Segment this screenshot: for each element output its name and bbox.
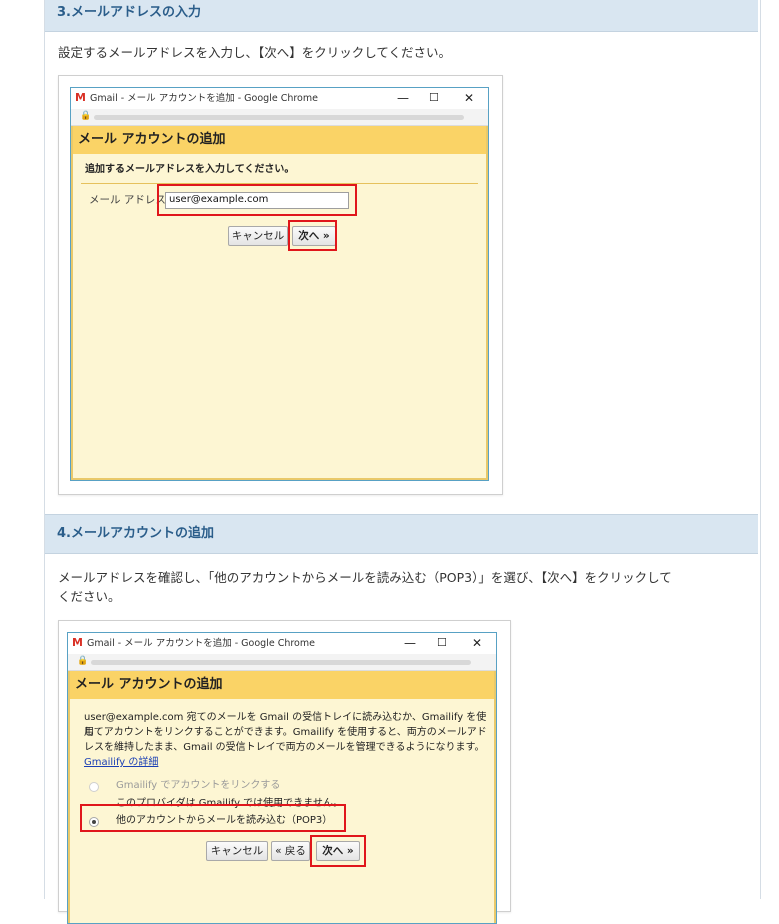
section-4-heading: 4.メールアカウントの追加 bbox=[45, 514, 758, 554]
url-bar: 🔒 bbox=[71, 109, 488, 126]
gmailify-details-link[interactable]: Gmailify の詳細 bbox=[84, 755, 158, 770]
dialog-title-2: メール アカウントの追加 bbox=[70, 671, 494, 699]
highlight-next-button bbox=[288, 220, 337, 251]
gmail-icon: M bbox=[75, 91, 86, 104]
chrome-window: M Gmail - メール アカウントを追加 - Google Chrome —… bbox=[70, 87, 489, 481]
screenshot-email-input: M Gmail - メール アカウントを追加 - Google Chrome —… bbox=[58, 75, 503, 495]
maximize-icon[interactable]: ☐ bbox=[429, 90, 439, 106]
highlight-pop3-option bbox=[80, 804, 346, 832]
dialog-body-2: メール アカウントの追加 user@example.com 宛てのメールを Gm… bbox=[68, 671, 496, 923]
body-text-line2: してアカウントをリンクすることができます。Gmailify を使用すると、両方の… bbox=[84, 727, 487, 738]
body-text-line3: レスを維持したまま、Gmail の受信トレイで両方のメールを管理できるようになり… bbox=[84, 742, 485, 753]
dialog-title: メール アカウントの追加 bbox=[73, 126, 486, 154]
section-3-heading-text: 3.メールアドレスの入力 bbox=[57, 5, 201, 20]
url-bar-2: 🔒 bbox=[68, 654, 496, 671]
instruction-text: 追加するメールアドレスを入力してください。 bbox=[85, 164, 295, 175]
dialog-body: メール アカウントの追加 追加するメールアドレスを入力してください。 メール ア… bbox=[71, 126, 488, 480]
window-title: Gmail - メール アカウントを追加 - Google Chrome bbox=[90, 93, 318, 104]
window-titlebar-2: M Gmail - メール アカウントを追加 - Google Chrome —… bbox=[68, 633, 496, 654]
cancel-button[interactable]: キャンセル bbox=[228, 226, 288, 246]
blurred-url bbox=[91, 660, 471, 665]
minimize-icon[interactable]: — bbox=[397, 90, 409, 106]
gmail-icon: M bbox=[72, 636, 83, 649]
option-gmailify-label: Gmailify でアカウントをリンクする bbox=[116, 780, 281, 791]
section-4-heading-text: 4.メールアカウントの追加 bbox=[57, 526, 214, 541]
section-3-description: 設定するメールアドレスを入力し、【次へ】をクリックしてください。 bbox=[58, 45, 452, 60]
minimize-icon[interactable]: — bbox=[404, 635, 416, 651]
maximize-icon[interactable]: ☐ bbox=[437, 635, 447, 651]
window-titlebar: M Gmail - メール アカウントを追加 - Google Chrome —… bbox=[71, 88, 488, 109]
highlight-email-field bbox=[157, 184, 357, 216]
window-title-2: Gmail - メール アカウントを追加 - Google Chrome bbox=[87, 638, 315, 649]
section-4-description-line1: メールアドレスを確認し、「他のアカウントからメールを読み込む（POP3）」を選び… bbox=[58, 570, 672, 585]
chrome-window-2: M Gmail - メール アカウントを追加 - Google Chrome —… bbox=[67, 632, 497, 924]
screenshot-account-add: M Gmail - メール アカウントを追加 - Google Chrome —… bbox=[58, 620, 511, 924]
highlight-next-button bbox=[310, 835, 366, 867]
cancel-button[interactable]: キャンセル bbox=[206, 841, 268, 861]
close-icon[interactable]: ✕ bbox=[464, 90, 474, 106]
lock-icon: 🔒 bbox=[77, 656, 89, 666]
radio-gmailify[interactable] bbox=[89, 782, 99, 792]
back-button[interactable]: « 戻る bbox=[271, 841, 310, 861]
section-4-description-line2: ください。 bbox=[58, 589, 121, 604]
section-4-description: メールアドレスを確認し、「他のアカウントからメールを読み込む（POP3）」を選び… bbox=[58, 568, 748, 606]
section-3-heading: 3.メールアドレスの入力 bbox=[45, 0, 758, 32]
close-icon[interactable]: ✕ bbox=[472, 635, 482, 651]
blurred-url bbox=[94, 115, 464, 120]
lock-icon: 🔒 bbox=[80, 111, 92, 121]
